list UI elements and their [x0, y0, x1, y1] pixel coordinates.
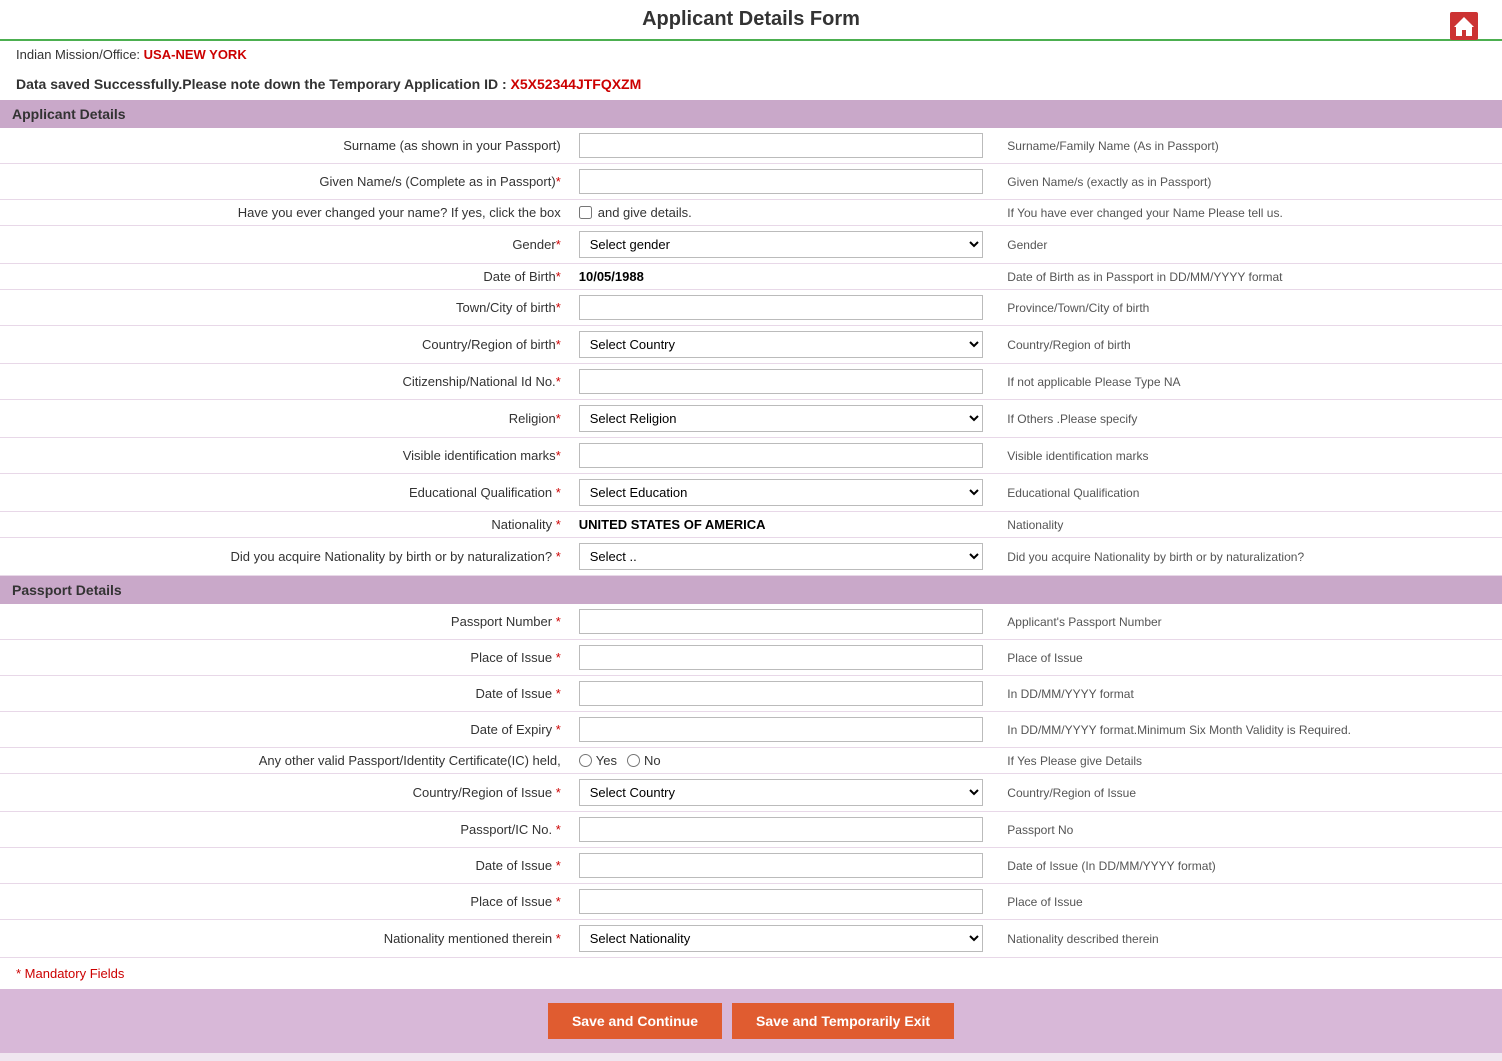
education-hint: Educational Qualification	[991, 474, 1502, 512]
gender-select[interactable]: Select gender Male Female Other	[579, 231, 984, 258]
town-row: Town/City of birth* Province/Town/City o…	[0, 290, 1502, 326]
dob-value: 10/05/1988	[579, 269, 644, 284]
nationality-row: Nationality * UNITED STATES OF AMERICA N…	[0, 512, 1502, 538]
date-expiry-row: Date of Expiry * In DD/MM/YYYY format.Mi…	[0, 712, 1502, 748]
visible-row: Visible identification marks* Visible id…	[0, 438, 1502, 474]
date-issue2-hint: Date of Issue (In DD/MM/YYYY format)	[991, 848, 1502, 884]
place-issue2-row: Place of Issue * Place of Issue	[0, 884, 1502, 920]
passport-ic-hint: Passport No	[991, 812, 1502, 848]
other-passport-no-label[interactable]: No	[627, 753, 661, 768]
other-passport-hint: If Yes Please give Details	[991, 748, 1502, 774]
nationality-therein-row: Nationality mentioned therein * Select N…	[0, 920, 1502, 958]
save-continue-button[interactable]: Save and Continue	[548, 1003, 722, 1039]
name-change-row: Have you ever changed your name? If yes,…	[0, 200, 1502, 226]
other-passport-yes-label[interactable]: Yes	[579, 753, 617, 768]
country-issue-hint: Country/Region of Issue	[991, 774, 1502, 812]
acquire-row: Did you acquire Nationality by birth or …	[0, 538, 1502, 576]
mission-value: USA-NEW YORK	[144, 47, 247, 62]
name-change-checkbox[interactable]	[579, 206, 592, 219]
save-exit-button[interactable]: Save and Temporarily Exit	[732, 1003, 954, 1039]
surname-input-cell[interactable]	[571, 128, 992, 164]
surname-input[interactable]	[579, 133, 984, 158]
dob-hint: Date of Birth as in Passport in DD/MM/YY…	[991, 264, 1502, 290]
citizenship-hint: If not applicable Please Type NA	[991, 364, 1502, 400]
place-issue-row: Place of Issue * Place of Issue	[0, 640, 1502, 676]
passport-form-table: Passport Number * Applicant's Passport N…	[0, 604, 1502, 958]
place-issue-hint: Place of Issue	[991, 640, 1502, 676]
nationality-value: UNITED STATES OF AMERICA	[579, 517, 766, 532]
nationality-hint: Nationality	[991, 512, 1502, 538]
name-change-hint: If You have ever changed your Name Pleas…	[991, 200, 1502, 226]
success-text: Data saved Successfully.Please note down…	[16, 76, 507, 92]
date-expiry-hint: In DD/MM/YYYY format.Minimum Six Month V…	[991, 712, 1502, 748]
surname-label: Surname (as shown in your Passport)	[0, 128, 571, 164]
passport-num-row: Passport Number * Applicant's Passport N…	[0, 604, 1502, 640]
given-names-label: Given Name/s (Complete as in Passport)*	[0, 164, 571, 200]
citizenship-row: Citizenship/National Id No.* If not appl…	[0, 364, 1502, 400]
home-icon[interactable]	[1438, 6, 1490, 49]
name-change-label: Have you ever changed your name? If yes,…	[0, 200, 571, 226]
date-issue-input[interactable]	[579, 681, 984, 706]
acquire-hint: Did you acquire Nationality by birth or …	[991, 538, 1502, 576]
citizenship-input[interactable]	[579, 369, 984, 394]
date-issue-hint: In DD/MM/YYYY format	[991, 676, 1502, 712]
gender-hint: Gender	[991, 226, 1502, 264]
date-expiry-input[interactable]	[579, 717, 984, 742]
date-issue2-row: Date of Issue * Date of Issue (In DD/MM/…	[0, 848, 1502, 884]
mission-label: Indian Mission/Office:	[16, 47, 140, 62]
passport-num-input[interactable]	[579, 609, 984, 634]
app-id: X5X52344JTFQXZM	[511, 76, 642, 92]
page-title: Applicant Details Form	[642, 8, 860, 31]
passport-ic-row: Passport/IC No. * Passport No	[0, 812, 1502, 848]
country-birth-hint: Country/Region of birth	[991, 326, 1502, 364]
passport-ic-input[interactable]	[579, 817, 984, 842]
other-passport-radio-group: Yes No	[579, 753, 984, 768]
given-names-input[interactable]	[579, 169, 984, 194]
education-select[interactable]: Select Education Graduate Post Graduate …	[579, 479, 984, 506]
given-names-hint: Given Name/s (exactly as in Passport)	[991, 164, 1502, 200]
other-passport-no[interactable]	[627, 754, 640, 767]
country-birth-row: Country/Region of birth* Select Country …	[0, 326, 1502, 364]
place-issue2-input[interactable]	[579, 889, 984, 914]
other-passport-row: Any other valid Passport/Identity Certif…	[0, 748, 1502, 774]
education-row: Educational Qualification * Select Educa…	[0, 474, 1502, 512]
religion-row: Religion* Select Religion Hindu Muslim C…	[0, 400, 1502, 438]
button-bar: Save and Continue Save and Temporarily E…	[0, 989, 1502, 1053]
nationality-therein-select[interactable]: Select Nationality	[579, 925, 984, 952]
success-message: Data saved Successfully.Please note down…	[0, 68, 1502, 100]
place-issue-input[interactable]	[579, 645, 984, 670]
mission-bar: Indian Mission/Office: USA-NEW YORK	[0, 41, 1502, 68]
given-names-row: Given Name/s (Complete as in Passport)* …	[0, 164, 1502, 200]
given-names-input-cell[interactable]	[571, 164, 992, 200]
town-hint: Province/Town/City of birth	[991, 290, 1502, 326]
country-issue-select[interactable]: Select Country	[579, 779, 984, 806]
mandatory-note: * Mandatory Fields	[0, 958, 1502, 989]
passport-section-header: Passport Details	[0, 576, 1502, 604]
date-issue2-input[interactable]	[579, 853, 984, 878]
other-passport-yes[interactable]	[579, 754, 592, 767]
surname-row: Surname (as shown in your Passport) Surn…	[0, 128, 1502, 164]
country-issue-row: Country/Region of Issue * Select Country…	[0, 774, 1502, 812]
religion-hint: If Others .Please specify	[991, 400, 1502, 438]
applicant-form-table: Surname (as shown in your Passport) Surn…	[0, 128, 1502, 576]
place-issue2-hint: Place of Issue	[991, 884, 1502, 920]
country-birth-select[interactable]: Select Country	[579, 331, 984, 358]
visible-hint: Visible identification marks	[991, 438, 1502, 474]
surname-hint: Surname/Family Name (As in Passport)	[991, 128, 1502, 164]
dob-row: Date of Birth* 10/05/1988 Date of Birth …	[0, 264, 1502, 290]
nationality-therein-hint: Nationality described therein	[991, 920, 1502, 958]
visible-input[interactable]	[579, 443, 984, 468]
page-wrapper: Applicant Details Form Indian Mission/Of…	[0, 0, 1502, 1053]
date-issue-row: Date of Issue * In DD/MM/YYYY format	[0, 676, 1502, 712]
acquire-select[interactable]: Select .. By Birth By Naturalization	[579, 543, 984, 570]
applicant-section-header: Applicant Details	[0, 100, 1502, 128]
religion-select[interactable]: Select Religion Hindu Muslim Christian S…	[579, 405, 984, 432]
gender-row: Gender* Select gender Male Female Other …	[0, 226, 1502, 264]
name-change-checkbox-row: and give details.	[579, 205, 984, 220]
passport-num-hint: Applicant's Passport Number	[991, 604, 1502, 640]
town-input[interactable]	[579, 295, 984, 320]
